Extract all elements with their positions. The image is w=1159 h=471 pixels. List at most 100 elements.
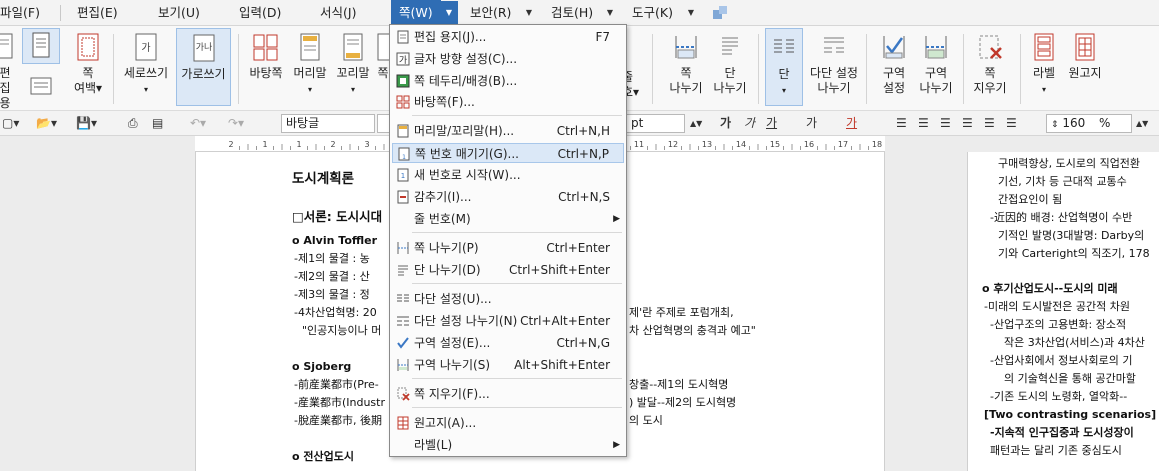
- ribbon-label: 단: [778, 67, 790, 81]
- menu-item[interactable]: 원고지(A)...: [392, 413, 624, 433]
- align-justify-icon[interactable]: ☰: [896, 115, 907, 132]
- menu-item[interactable]: 다단 설정(U)...: [392, 289, 624, 309]
- page-break-icon: [675, 36, 697, 59]
- menu-item[interactable]: 쪽 지우기(F)...: [392, 384, 624, 404]
- ruler-tick-label: 17: [838, 140, 848, 149]
- menu-edit[interactable]: 편집(E): [77, 0, 118, 26]
- open-folder-icon[interactable]: 📂▾: [36, 115, 57, 132]
- redo-icon[interactable]: ↷▾: [228, 115, 244, 132]
- undo-icon[interactable]: ↶▾: [190, 115, 206, 132]
- header-footer-icon: [396, 124, 410, 138]
- align-distribute-icon[interactable]: ☰: [984, 115, 995, 132]
- save-icon[interactable]: 💾▾: [76, 115, 97, 132]
- menu-review-arrow[interactable]: ▼: [601, 1, 619, 25]
- menu-item[interactable]: 라벨(L) ▶: [392, 435, 624, 455]
- ribbon-section-setup-button[interactable]: 구역 설정: [872, 32, 916, 96]
- ribbon-multi-column-break-button[interactable]: 다단 설정 나누기: [806, 32, 862, 96]
- new-document-icon[interactable]: ▢▾: [2, 115, 19, 132]
- menu-tools-arrow[interactable]: ▼: [682, 1, 700, 25]
- zoom-value: 160: [1062, 116, 1086, 130]
- page-setup-icon: [0, 33, 13, 59]
- ribbon-label: 쪽: [82, 66, 94, 80]
- menu-item[interactable]: 머리말/꼬리말(H)... Ctrl+N,H: [392, 121, 624, 141]
- align-right-icon[interactable]: ☰: [962, 115, 973, 132]
- menu-item-label: 라벨(L): [414, 438, 453, 452]
- menu-tools[interactable]: 도구(K): [632, 0, 673, 26]
- menu-item[interactable]: 구역 설정(E)... Ctrl+N,G: [392, 333, 624, 353]
- menu-review[interactable]: 검토(H): [551, 0, 593, 26]
- menu-item[interactable]: 다단 설정 나누기(N) Ctrl+Alt+Enter: [392, 311, 624, 331]
- line-spacing-icon: ⇕: [1051, 120, 1059, 130]
- doc-line: -미래의 도시발전은 공간적 차원: [984, 300, 1131, 313]
- ribbon-footer-button[interactable]: 꼬리말 ▾: [334, 32, 372, 97]
- strikethrough-button[interactable]: 가: [806, 115, 817, 132]
- print-icon[interactable]: ⎙: [128, 115, 138, 132]
- align-left-icon[interactable]: ☰: [918, 115, 929, 132]
- ribbon-label: 지우기: [973, 81, 1007, 95]
- doc-line: "인공지능이나 머: [302, 324, 382, 337]
- unit-field[interactable]: pt: [627, 114, 685, 133]
- menu-item[interactable]: 가 글자 방향 설정(C)...: [392, 49, 624, 69]
- ribbon-separator: [1020, 34, 1021, 104]
- ruler-tick-label: 1: [296, 140, 301, 149]
- menu-item[interactable]: 쪽 나누기(P) Ctrl+Enter: [392, 238, 624, 258]
- page-icon: [377, 33, 390, 61]
- ribbon-page-delete-button[interactable]: 쪽 지우기: [968, 32, 1012, 96]
- doc-line: o 후기산업도시--도시의 미래: [982, 282, 1118, 295]
- ribbon-manuscript-button[interactable]: 원고지: [1064, 32, 1106, 81]
- unit-value: pt: [631, 116, 644, 130]
- menu-item[interactable]: 쪽 테두리/배경(B)...: [392, 71, 624, 91]
- menu-item[interactable]: 편집 용지(J)... F7: [392, 27, 624, 47]
- puzzle-icon[interactable]: [712, 5, 728, 24]
- italic-button[interactable]: 가: [744, 115, 755, 132]
- menu-item[interactable]: 감추기(I)... Ctrl+N,S: [392, 187, 624, 207]
- menu-security[interactable]: 보안(R): [470, 0, 511, 26]
- ribbon-vertical-writing-button[interactable]: 가 세로쓰기 ▾: [118, 32, 174, 97]
- menu-item[interactable]: 줄 번호(M) ▶: [392, 209, 624, 229]
- ribbon-section-break-button[interactable]: 구역 나누기: [914, 32, 958, 96]
- ribbon-page-button[interactable]: 쪽: [376, 32, 390, 81]
- ribbon-label-button[interactable]: 라벨 ▾: [1026, 32, 1062, 97]
- menu-file[interactable]: 파일(F): [0, 0, 40, 26]
- lines-icon: [30, 77, 52, 95]
- ribbon-separator: [963, 34, 964, 104]
- ribbon-horizontal-writing-button[interactable]: 가나 가로쓰기: [176, 28, 231, 106]
- ribbon-column-break-button[interactable]: 단 나누기: [708, 32, 752, 96]
- menu-view[interactable]: 보기(U): [158, 0, 200, 26]
- align-split-icon[interactable]: ☰: [1006, 115, 1017, 132]
- underline-button[interactable]: 가: [766, 115, 777, 132]
- ribbon-columns-button[interactable]: 단 ▾: [765, 28, 803, 106]
- doc-line: -産業都市(Industr: [294, 396, 385, 409]
- menu-format[interactable]: 서식(J): [320, 0, 356, 26]
- ribbon-page-break-button[interactable]: 쪽 나누기: [664, 32, 708, 96]
- unit-spinner-icon[interactable]: ▲▼: [690, 115, 702, 132]
- align-center-icon[interactable]: ☰: [940, 115, 951, 132]
- ribbon-master-page-button[interactable]: 바탕쪽: [246, 32, 286, 81]
- font-color-button[interactable]: 가: [846, 115, 857, 132]
- menu-security-arrow[interactable]: ▼: [520, 1, 538, 25]
- menu-item[interactable]: 단 나누기(D) Ctrl+Shift+Enter: [392, 260, 624, 280]
- ribbon-header-button[interactable]: 머리말 ▾: [291, 32, 329, 97]
- ribbon-page-margin-button[interactable]: 쪽 여백▾: [66, 32, 110, 96]
- menu-separator: [412, 232, 622, 233]
- page-delete-icon: [396, 387, 410, 401]
- multi-column-break-icon: [396, 314, 410, 328]
- style-name-field[interactable]: 바탕글: [281, 114, 375, 133]
- page-view-button[interactable]: [22, 28, 60, 64]
- document-page-2[interactable]: 구매력향상, 도시로의 직업전환 기선, 기차 등 근대적 교통수 간접요인이 …: [967, 152, 1159, 471]
- menu-item[interactable]: 1 쪽 번호 매기기(G)... Ctrl+N,P: [392, 143, 624, 163]
- ruler-tick-label: 14: [736, 140, 746, 149]
- menu-insert[interactable]: 입력(D): [239, 0, 281, 26]
- menu-page[interactable]: 쪽(W): [391, 0, 441, 26]
- menu-item[interactable]: 구역 나누기(S) Alt+Shift+Enter: [392, 355, 624, 375]
- zoom-spinner-icon[interactable]: ▲▼: [1136, 115, 1148, 132]
- new-number-icon: 1: [396, 168, 410, 182]
- bold-button[interactable]: 가: [720, 115, 731, 132]
- ribbon-label: 편집: [0, 66, 11, 95]
- menu-item[interactable]: 바탕쪽(F)...: [392, 92, 624, 112]
- zoom-field[interactable]: ⇕ 160 %: [1046, 114, 1132, 133]
- preview-icon[interactable]: ▤: [152, 115, 163, 132]
- menu-item[interactable]: 1 새 번호로 시작(W)...: [392, 165, 624, 185]
- page-view-lines-button[interactable]: [26, 76, 56, 100]
- menu-page-arrow[interactable]: ▼: [440, 1, 458, 25]
